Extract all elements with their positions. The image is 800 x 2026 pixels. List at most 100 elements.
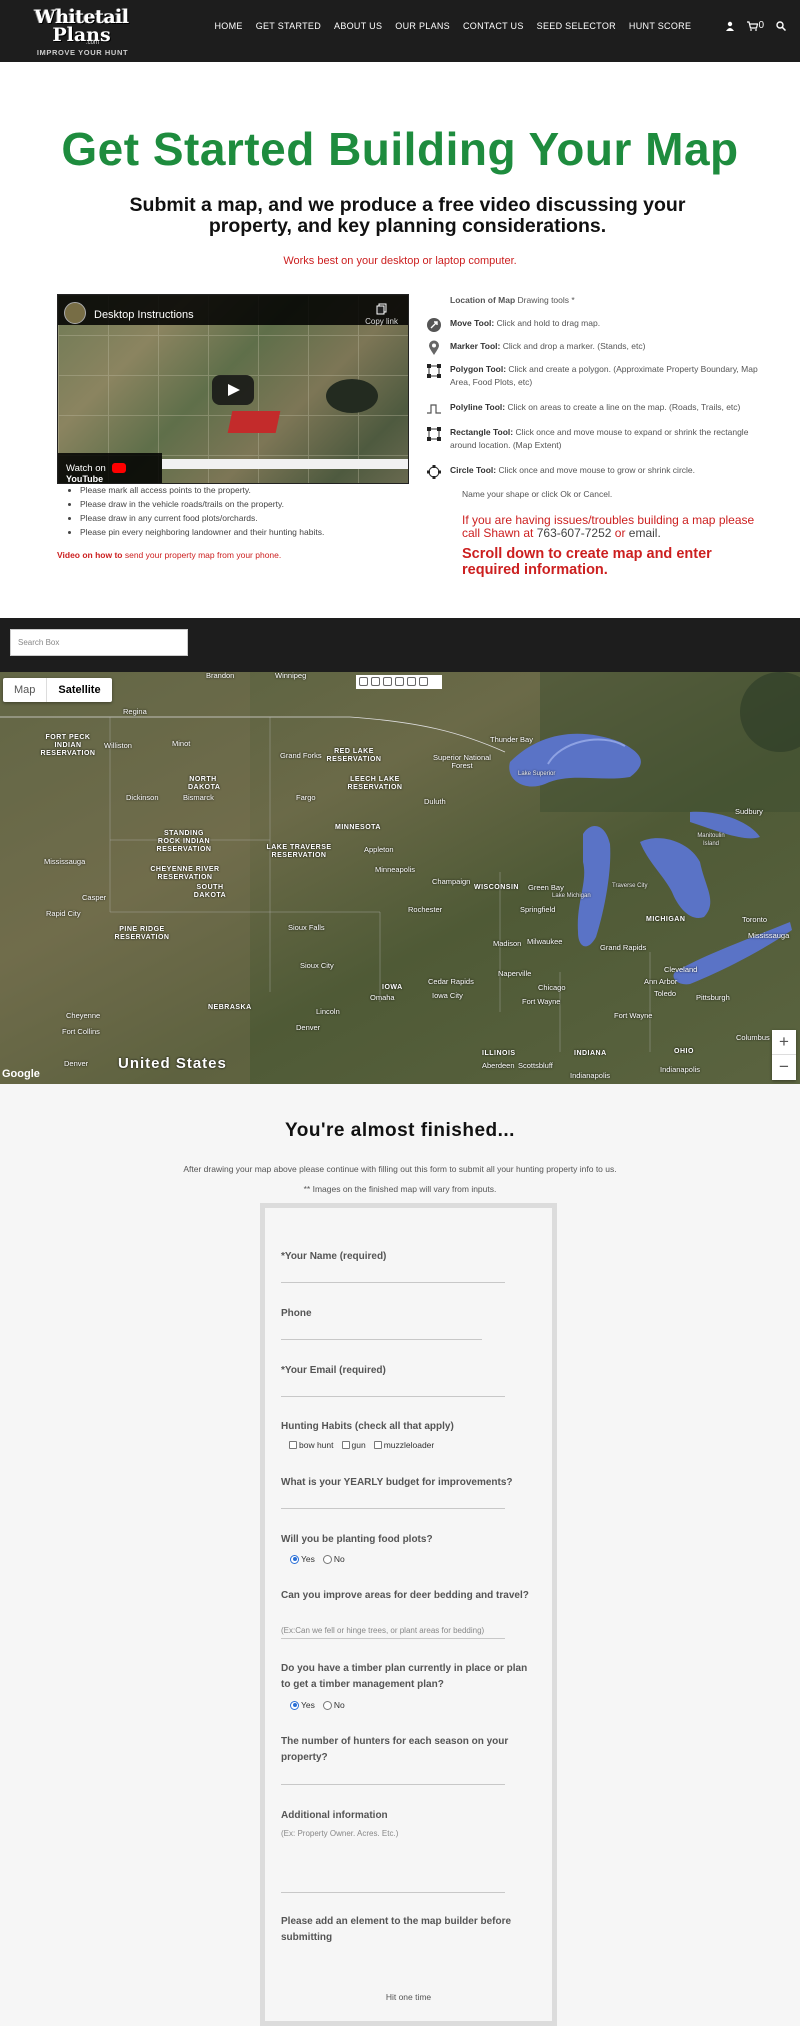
whitetail-plans-logo[interactable]: Whitetail Plans .com IMPROVE YOUR HUNT (24, 6, 139, 58)
map-label-city: Grand Rapids (600, 943, 647, 952)
user-icon[interactable] (725, 21, 735, 31)
page-subtitle: Submit a map, and we produce a free vide… (129, 194, 686, 237)
checkbox[interactable] (341, 1441, 350, 1449)
checkbox[interactable] (373, 1441, 382, 1449)
gun-checkbox[interactable]: gun (341, 1440, 366, 1450)
nav-home[interactable]: HOME (208, 21, 249, 31)
email-field[interactable] (281, 1396, 505, 1397)
tool-desc: Click and drop a marker. (Stands, etc) (500, 341, 646, 351)
cart-link[interactable]: 0 (747, 20, 764, 31)
map-label-lake: Lake Michigan (552, 893, 591, 899)
copy-link-button[interactable]: Copy link (365, 303, 398, 326)
map-label-city: Green Bay (528, 883, 564, 892)
map-label-city: Chicago (538, 983, 566, 992)
map-label-city: Pittsburgh (696, 993, 730, 1002)
tool-desc: Click and hold to drag map. (494, 318, 601, 328)
map-label-city: Cleveland (664, 965, 698, 974)
cart-count: 0 (758, 20, 764, 31)
nav-our-plans[interactable]: OUR PLANS (389, 21, 457, 31)
drawing-toolbar (356, 675, 442, 689)
google-logo: Google (2, 1068, 40, 1080)
map-label-city: Winnipeg (275, 672, 307, 680)
tool-name: Move Tool: (450, 318, 495, 328)
works-best-note: Works best on your desktop or laptop com… (283, 255, 517, 267)
map-label-reservation: FORT PECK INDIAN RESERVATION (40, 734, 96, 757)
play-button[interactable] (212, 375, 254, 405)
polygon-tool-icon[interactable] (407, 677, 416, 686)
checkbox[interactable] (289, 1441, 297, 1449)
hunters-field[interactable] (281, 1784, 505, 1785)
bedding-hint: (Ex:Can we fell or hinge trees, or plant… (281, 1626, 485, 1635)
map-label-city: Columbus (736, 1033, 770, 1042)
phone-video-bold: Video on how to (57, 550, 123, 560)
zoom-out-button[interactable]: − (772, 1055, 796, 1080)
map-label-country: United States (118, 1055, 227, 1072)
map-label-city: Traverse City (612, 883, 648, 889)
map-label-city: Fort Wayne (522, 997, 561, 1006)
map-type-satellite[interactable]: Satellite (46, 678, 111, 702)
marker-tool-icon[interactable] (371, 677, 380, 686)
phone-video-link[interactable]: Video on how to send your property map f… (57, 550, 281, 560)
rectangle-tool-icon[interactable] (395, 677, 404, 686)
search-icon[interactable] (776, 20, 786, 31)
map-label-city: Sioux City (300, 961, 334, 970)
location-rest: Drawing tools * (515, 295, 575, 305)
map-label-city: Denver (296, 1023, 321, 1032)
map-label-city: Sudbury (735, 807, 763, 816)
map-label-city: Duluth (424, 797, 446, 806)
phone-link[interactable]: 763-607-7252 (537, 526, 612, 540)
hand-tool-icon[interactable] (359, 677, 368, 686)
bow-hunt-checkbox[interactable]: bow hunt (289, 1440, 334, 1450)
muzzleloader-checkbox[interactable]: muzzleloader (373, 1440, 435, 1450)
map-label-reservation: CHEYENNE RIVER RESERVATION (150, 866, 220, 881)
polyline-tool-icon[interactable] (419, 677, 428, 686)
map-label-city: Toledo (654, 989, 677, 998)
map-canvas[interactable]: Winnipeg Brandon Regina Thunder Bay FORT… (0, 672, 800, 1084)
map-label-reservation: RED LAKE RESERVATION (326, 748, 382, 763)
nav-seed-selector[interactable]: SEED SELECTOR (530, 21, 622, 31)
map-label-state: NORTH DAKOTA (188, 776, 221, 791)
watch-on-label: Watch on (66, 463, 106, 474)
food-plots-yes[interactable]: Yes (290, 1554, 315, 1564)
youtube-video-embed[interactable]: Desktop Instructions Copy link Watch on … (57, 294, 409, 484)
radio[interactable] (322, 1554, 332, 1564)
page-title: Get Started Building Your Map (61, 123, 739, 175)
map-search-input[interactable]: Search Box (10, 629, 188, 656)
food-plots-no[interactable]: No (322, 1554, 345, 1564)
circle-tool-icon (427, 465, 441, 479)
map-label-state: MINNESOTA (335, 824, 381, 831)
name-field[interactable] (281, 1282, 505, 1283)
nav-get-started[interactable]: GET STARTED (249, 21, 327, 31)
zoom-in-button[interactable]: + (772, 1030, 796, 1055)
budget-field[interactable] (281, 1508, 505, 1509)
email-link[interactable]: email. (629, 526, 661, 540)
timber-no[interactable]: No (322, 1700, 345, 1710)
bow-hunt-label: bow hunt (299, 1440, 334, 1450)
radio-checked[interactable] (290, 1554, 299, 1564)
radio[interactable] (322, 1700, 332, 1710)
map-type-map[interactable]: Map (3, 678, 46, 702)
bedding-field[interactable] (281, 1638, 505, 1639)
channel-avatar[interactable] (64, 302, 86, 324)
nav-hunt-score[interactable]: HUNT SCORE (622, 21, 697, 31)
circle-tool-icon[interactable] (383, 677, 392, 686)
watch-on-youtube-button[interactable]: Watch on YouTube (58, 453, 162, 483)
map-label-city: Cheyenne (66, 1011, 101, 1020)
phone-field[interactable] (281, 1339, 482, 1340)
thumbnail-red-field (227, 411, 281, 433)
timber-yes[interactable]: Yes (290, 1700, 315, 1710)
copy-link-label: Copy link (365, 317, 398, 326)
timber-label: Do you have a timber plan currently in p… (281, 1663, 528, 1690)
map-label-city: Iowa City (432, 991, 463, 1000)
move-tool-icon (427, 318, 441, 332)
muzzleloader-label: muzzleloader (383, 1440, 435, 1450)
nav-about-us[interactable]: ABOUT US (328, 21, 389, 31)
map-label-city: Cedar Rapids (428, 977, 474, 986)
video-title[interactable]: Desktop Instructions (94, 309, 194, 321)
map-label-city: Omaha (370, 993, 395, 1002)
additional-info-field[interactable] (281, 1892, 505, 1893)
nav-contact-us[interactable]: CONTACT US (456, 21, 530, 31)
hunters-label: The number of hunters for each season on… (281, 1736, 509, 1763)
polyline-tool-icon (427, 404, 441, 414)
radio-checked[interactable] (290, 1700, 299, 1710)
